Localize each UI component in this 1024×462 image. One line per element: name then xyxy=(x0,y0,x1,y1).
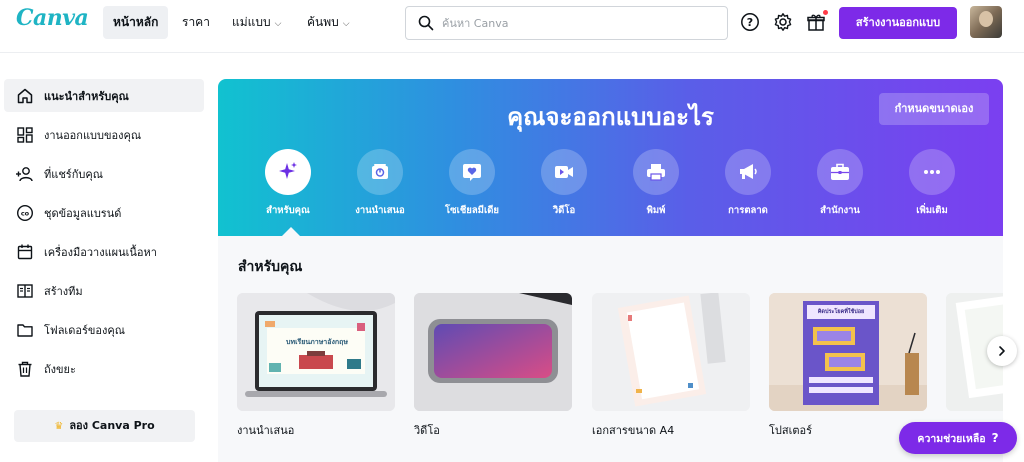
design-card-presentation[interactable]: บทเรียนภาษาอังกฤษ งานนำเสนอ xyxy=(237,293,395,439)
megaphone-icon xyxy=(725,149,771,195)
sidebar-item-content-planner[interactable]: เครื่องมือวางแผนเนื้อหา xyxy=(4,235,204,268)
canva-logo[interactable]: Canva xyxy=(16,5,89,31)
category-office[interactable]: สำนักงาน xyxy=(795,149,885,218)
search-input[interactable] xyxy=(442,13,722,33)
sparkle-icon xyxy=(265,149,311,195)
design-card-a4-document[interactable]: เอกสารขนาด A4 xyxy=(592,293,750,439)
gift-icon[interactable] xyxy=(804,10,828,34)
chevron-down-icon: ⌵ xyxy=(342,19,350,29)
try-canva-pro-button[interactable]: ♛ ลอง Canva Pro xyxy=(14,410,195,442)
category-label: สำหรับคุณ xyxy=(266,205,310,216)
sidebar-item-brand-kit[interactable]: co ชุดข้อมูลแบรนด์ xyxy=(4,196,204,229)
chevron-down-icon: ⌵ xyxy=(274,19,282,29)
create-design-button[interactable]: สร้างงานออกแบบ xyxy=(839,7,957,39)
nav-discover-label: ค้นพบ xyxy=(307,15,339,29)
card-thumbnail: บทเรียนภาษาอังกฤษ xyxy=(237,293,395,411)
card-label: วิดีโอ xyxy=(414,424,440,437)
question-mark-icon: ? xyxy=(991,431,999,445)
thumbnail-title: บทเรียนภาษาอังกฤษ xyxy=(286,338,348,346)
more-icon xyxy=(909,149,955,195)
help-label: ความช่วยเหลือ xyxy=(917,432,986,445)
sidebar-item-label: ที่แชร์กับคุณ xyxy=(44,167,103,181)
nav-home[interactable]: หน้าหลัก xyxy=(103,6,169,39)
avatar[interactable] xyxy=(970,6,1002,38)
sidebar-item-label: งานออกแบบของคุณ xyxy=(44,128,142,142)
thumbnail-title: คิดประโยคที่ใช้บ่อย xyxy=(817,309,865,315)
search-icon xyxy=(418,15,434,31)
divider xyxy=(0,52,1024,53)
category-more[interactable]: เพิ่มเติม xyxy=(887,149,977,218)
team-icon xyxy=(14,280,36,302)
sidebar-item-label: แนะนำสำหรับคุณ xyxy=(44,89,129,103)
section-title: สำหรับคุณ xyxy=(238,259,303,275)
heart-icon xyxy=(449,149,495,195)
crown-icon: ♛ xyxy=(54,421,64,432)
for-you-section: สำหรับคุณ บทเรียนภาษาอังกฤษ งานนำเสนอ วิ… xyxy=(218,236,1003,462)
nav-pricing-label: ราคา xyxy=(182,15,210,29)
folder-icon xyxy=(14,319,36,341)
category-print[interactable]: พิมพ์ xyxy=(611,149,701,218)
category-label: วิดีโอ xyxy=(552,205,576,216)
category-for-you[interactable]: สำหรับคุณ xyxy=(243,149,333,218)
home-icon xyxy=(14,85,36,107)
settings-icon[interactable] xyxy=(771,10,795,34)
sidebar-item-recommended[interactable]: แนะนำสำหรับคุณ xyxy=(4,79,204,112)
sidebar-item-folders[interactable]: โฟลเดอร์ของคุณ xyxy=(4,313,204,346)
sidebar-item-create-team[interactable]: สร้างทีม xyxy=(4,274,204,307)
sidebar-item-label: เครื่องมือวางแผนเนื้อหา xyxy=(44,245,157,259)
category-marketing[interactable]: การตลาด xyxy=(703,149,793,218)
presentation-icon xyxy=(357,149,403,195)
help-button[interactable]: ความช่วยเหลือ? xyxy=(899,422,1017,454)
category-presentation[interactable]: งานนำเสนอ xyxy=(335,149,425,218)
help-icon[interactable]: ? xyxy=(738,10,762,34)
video-icon xyxy=(541,149,587,195)
category-video[interactable]: วิดีโอ xyxy=(519,149,609,218)
card-thumbnail xyxy=(592,293,750,411)
print-icon xyxy=(633,149,679,195)
card-thumbnail: คิดประโยคที่ใช้บ่อย xyxy=(769,293,927,411)
nav-home-label: หน้าหลัก xyxy=(113,15,159,29)
briefcase-icon xyxy=(817,149,863,195)
svg-text:?: ? xyxy=(747,16,753,29)
sidebar-item-trash[interactable]: ถังขยะ xyxy=(4,352,204,385)
nav-pricing[interactable]: ราคา xyxy=(172,6,220,39)
calendar-icon xyxy=(14,241,36,263)
category-label: พิมพ์ xyxy=(646,205,666,216)
nav-templates[interactable]: แม่แบบ ⌵ xyxy=(222,6,291,39)
scroll-right-button[interactable] xyxy=(987,336,1017,366)
sidebar-item-shared[interactable]: ที่แชร์กับคุณ xyxy=(4,157,204,190)
try-pro-label: ลอง Canva Pro xyxy=(69,419,155,432)
sidebar-item-label: สร้างทีม xyxy=(44,284,83,298)
brand-kit-icon: co xyxy=(14,202,36,224)
category-social-media[interactable]: โซเชียลมีเดีย xyxy=(427,149,517,218)
custom-size-button[interactable]: กำหนดขนาดเอง xyxy=(879,93,989,125)
chevron-right-icon xyxy=(999,346,1005,356)
sidebar-item-label: ถังขยะ xyxy=(44,362,76,376)
card-thumbnail xyxy=(414,293,572,411)
svg-text:co: co xyxy=(21,209,30,217)
sidebar-item-label: โฟลเดอร์ของคุณ xyxy=(44,323,125,337)
design-card-poster[interactable]: คิดประโยคที่ใช้บ่อย โปสเตอร์ xyxy=(769,293,927,439)
active-category-caret xyxy=(282,227,300,236)
category-label: โซเชียลมีเดีย xyxy=(445,205,499,216)
search-bar[interactable] xyxy=(405,6,728,40)
category-label: งานนำเสนอ xyxy=(355,205,405,216)
sidebar-item-label: ชุดข้อมูลแบรนด์ xyxy=(44,206,122,220)
top-bar: Canva หน้าหลัก ราคา แม่แบบ⌵ ค้นพบ⌵ ? สร้… xyxy=(0,0,1024,46)
sidebar-item-your-designs[interactable]: งานออกแบบของคุณ xyxy=(4,118,204,151)
category-label: เพิ่มเติม xyxy=(916,205,948,216)
notification-dot xyxy=(823,10,828,15)
hero-banner: คุณจะออกแบบอะไร กำหนดขนาดเอง สำหรับคุณ ง… xyxy=(218,79,1003,236)
nav-templates-label: แม่แบบ xyxy=(232,15,271,29)
nav-discover[interactable]: ค้นพบ ⌵ xyxy=(297,6,360,39)
add-people-icon xyxy=(14,163,36,185)
card-label: งานนำเสนอ xyxy=(237,424,295,437)
design-card-video[interactable]: วิดีโอ xyxy=(414,293,572,439)
category-label: สำนักงาน xyxy=(820,205,860,216)
trash-icon xyxy=(14,358,36,380)
grid-icon xyxy=(14,124,36,146)
card-label: เอกสารขนาด A4 xyxy=(592,424,675,437)
category-label: การตลาด xyxy=(728,205,768,216)
